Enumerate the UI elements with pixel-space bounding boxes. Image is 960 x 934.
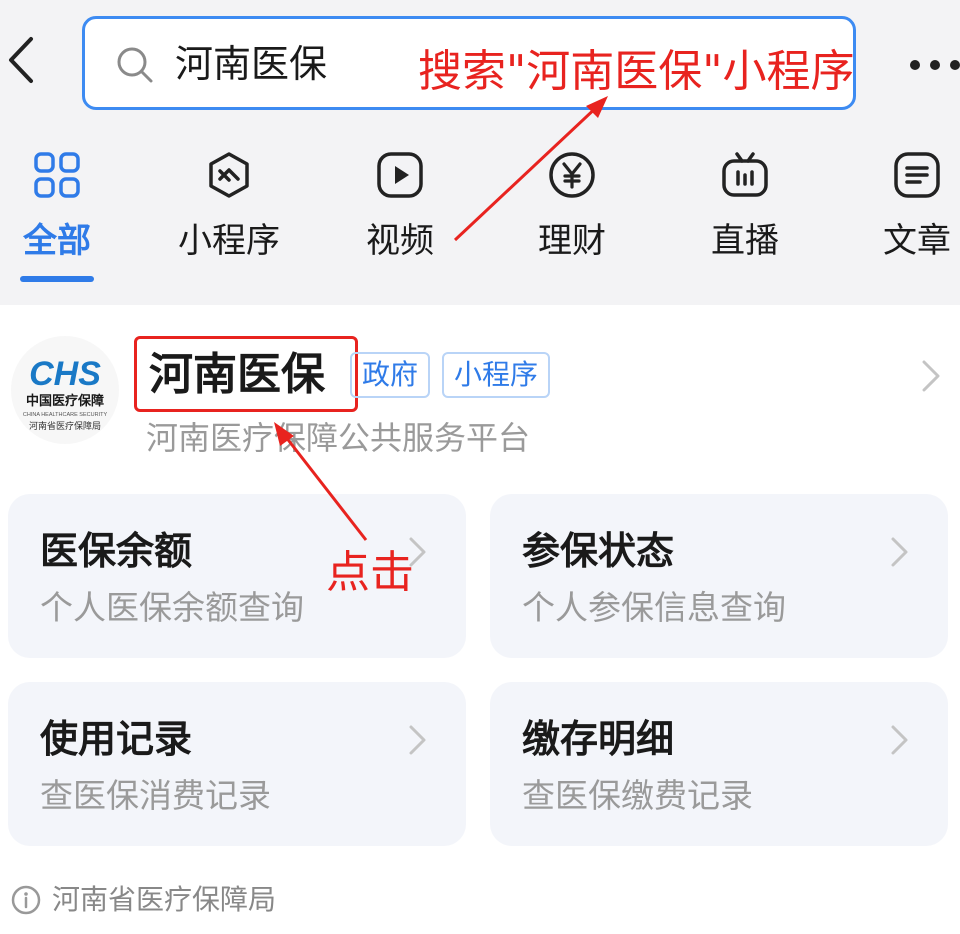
more-dot-icon [910,60,920,70]
tab-label: 直播 [711,221,779,261]
tab-finance[interactable]: 理财 [502,145,642,275]
tab-active-indicator [20,276,94,282]
tab-label: 视频 [366,221,434,261]
svg-text:中国医疗保障: 中国医疗保障 [26,393,104,409]
card-subtitle: 查医保消费记录 [40,776,271,815]
chevron-right-icon[interactable] [916,356,946,396]
tag-miniprogram: 小程序 [442,352,551,398]
card-payment-details[interactable]: 缴存明细 查医保缴费记录 [490,682,948,846]
yen-icon [542,145,602,205]
tab-label: 文章 [883,221,951,261]
annotation-search-hint: 搜索"河南医保"小程序 [418,46,855,97]
chs-logo[interactable]: CHS 中国医疗保障 CHINA HEALTHCARE SECURITY 河南省… [10,330,120,450]
chevron-right-icon [891,537,908,567]
card-subtitle: 个人医保余额查询 [40,588,304,627]
chevron-right-icon [891,725,908,755]
svg-text:CHS: CHS [29,355,101,393]
tv-icon [715,145,775,205]
result-title-highlight[interactable]: 河南医保 [134,336,358,412]
card-title: 医保余额 [40,529,193,573]
annotation-click-hint: 点击 [326,547,414,598]
tag-government: 政府 [350,352,431,398]
tab-article[interactable]: 文章 [847,145,960,275]
back-icon [9,37,33,83]
result-title: 河南医保 [149,349,325,400]
grid-icon [27,145,87,205]
tab-live[interactable]: 直播 [675,145,815,275]
card-insurance-status[interactable]: 参保状态 个人参保信息查询 [490,494,948,658]
tab-all[interactable]: 全部 [0,145,127,275]
card-title: 使用记录 [40,717,193,761]
more-dot-icon [930,60,940,70]
footer-text: 河南省医疗保障局 [52,883,277,916]
miniprogram-icon [199,145,259,205]
card-subtitle: 查医保缴费记录 [522,776,753,815]
card-usage-records[interactable]: 使用记录 查医保消费记录 [8,682,466,846]
play-icon [370,145,430,205]
svg-text:河南省医疗保障局: 河南省医疗保障局 [29,420,101,432]
tab-miniprogram[interactable]: 小程序 [159,145,299,275]
card-subtitle: 个人参保信息查询 [522,588,786,627]
info-icon [11,885,41,915]
tab-label: 小程序 [178,221,280,261]
svg-text:CHINA HEALTHCARE SECURITY: CHINA HEALTHCARE SECURITY [23,412,108,418]
card-title: 参保状态 [522,529,675,573]
more-dot-icon [950,60,960,70]
more-button[interactable] [910,50,960,80]
card-title: 缴存明细 [522,717,675,761]
footer-source: 河南省医疗保障局 [10,880,276,920]
tab-video[interactable]: 视频 [330,145,470,275]
search-icon [117,47,153,83]
article-icon [887,145,947,205]
search-query: 河南医保 [175,42,328,86]
result-subtitle: 河南医疗保障公共服务平台 [146,419,531,457]
tab-label: 全部 [23,221,91,261]
chevron-right-icon [409,725,426,755]
back-button[interactable] [0,30,40,90]
tab-label: 理财 [538,221,606,261]
